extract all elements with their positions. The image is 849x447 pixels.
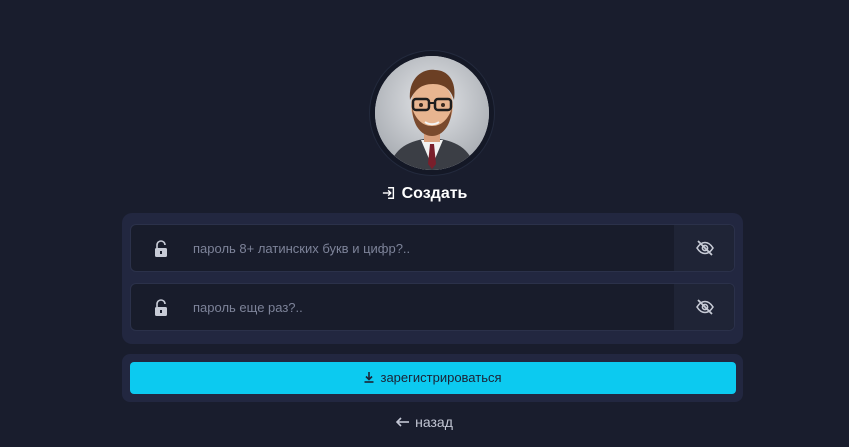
password-field [130, 224, 735, 272]
page-title: Создать [0, 183, 849, 205]
password-repeat-field [130, 283, 735, 331]
register-button-label: зарегистрироваться [380, 370, 502, 385]
eye-slash-icon [696, 299, 714, 315]
toggle-password-visibility-button[interactable] [674, 225, 734, 271]
download-icon [364, 363, 374, 395]
login-icon [382, 185, 396, 207]
avatar-frame [370, 51, 494, 175]
password-repeat-input[interactable] [181, 284, 681, 330]
unlock-icon [153, 240, 169, 262]
password-input[interactable] [181, 225, 681, 271]
register-button[interactable]: зарегистрироваться [130, 362, 736, 394]
unlock-icon [153, 299, 169, 321]
page-title-label: Создать [401, 185, 468, 202]
password-form [122, 213, 743, 344]
arrow-left-icon [395, 412, 410, 432]
eye-slash-icon [696, 240, 714, 256]
submit-container: зарегистрироваться [122, 354, 743, 402]
avatar [375, 56, 489, 170]
back-link[interactable]: назад [0, 412, 849, 432]
toggle-password-repeat-visibility-button[interactable] [674, 284, 734, 330]
back-link-label: назад [415, 414, 453, 430]
